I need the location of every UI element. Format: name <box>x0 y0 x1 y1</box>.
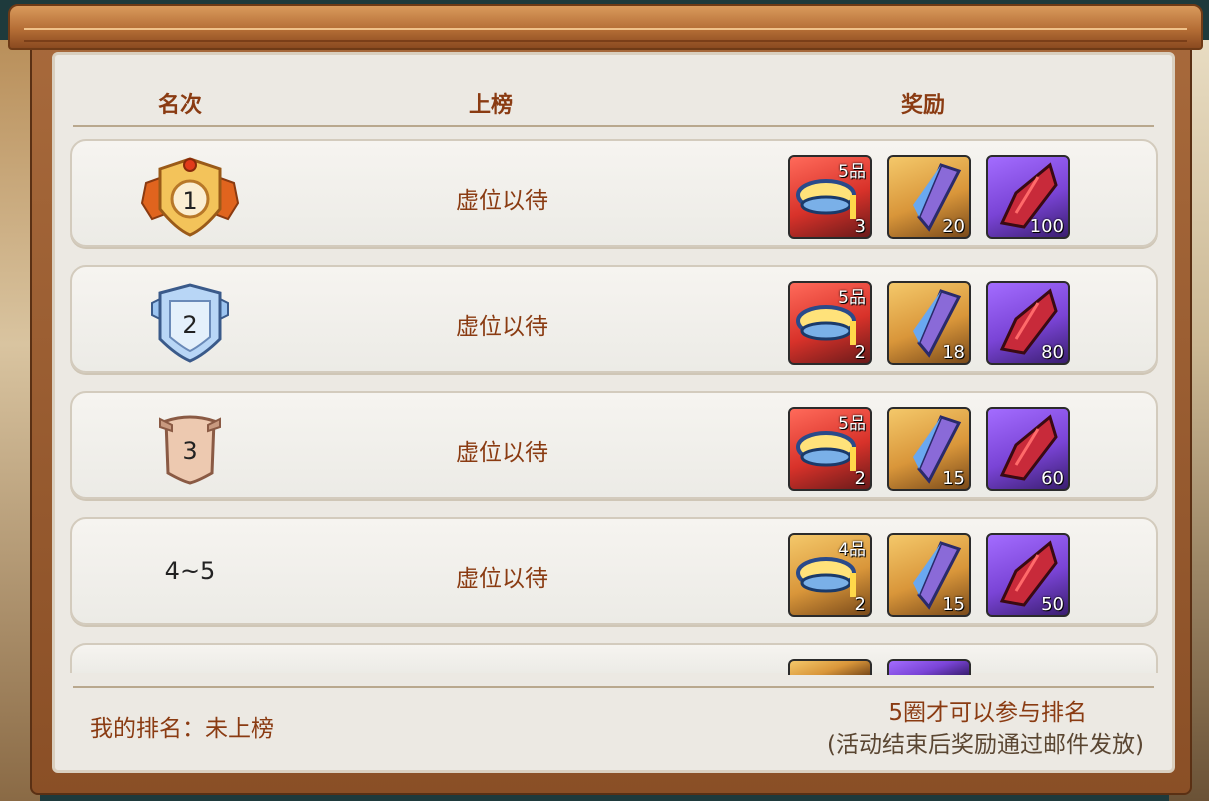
frame-top-bar <box>8 4 1203 50</box>
shard-item[interactable]: 100 <box>986 155 1070 239</box>
header-name: 上榜 <box>469 93 514 118</box>
header-reward: 奖励 <box>901 93 946 118</box>
rank-row-2: 2 虚位以待 5品 2 18 80 <box>70 265 1158 373</box>
shard-item[interactable]: 50 <box>986 533 1070 617</box>
rank-range: 4~5 <box>164 557 216 585</box>
my-rank-text: 我的排名：未上榜 <box>90 716 274 742</box>
crystal-item[interactable]: 20 <box>887 155 971 239</box>
header-rank: 名次 <box>158 93 203 118</box>
item-count: 60 <box>1041 468 1064 489</box>
item-count: 15 <box>942 594 965 615</box>
rank-row-3: 3 虚位以待 5品 2 15 60 <box>70 391 1158 499</box>
crystal-item[interactable]: 18 <box>887 281 971 365</box>
rank-name: 虚位以待 <box>456 440 548 466</box>
item-grade: 5品 <box>838 414 866 434</box>
rank-row-4: 4~5 虚位以待 4品 2 15 50 <box>70 517 1158 625</box>
item-grade: 4品 <box>838 540 866 560</box>
item-grade: 5品 <box>838 288 866 308</box>
shard-item[interactable]: 80 <box>986 281 1070 365</box>
item-count: 100 <box>1029 216 1064 237</box>
item-count: 15 <box>942 468 965 489</box>
item-count: 18 <box>942 342 965 363</box>
rank-row-5-partial <box>70 643 1158 675</box>
bowl-item[interactable] <box>788 659 872 675</box>
item-count: 3 <box>854 216 866 237</box>
item-count: 2 <box>854 468 866 489</box>
rank-1-badge-icon: 1 <box>138 155 242 239</box>
rank-name: 虚位以待 <box>456 566 548 592</box>
item-grade: 5品 <box>838 162 866 182</box>
bowl-item[interactable]: 5品 2 <box>788 407 872 491</box>
rank-number: 1 <box>182 187 198 215</box>
header-divider <box>73 125 1154 127</box>
crystal-item[interactable]: 15 <box>887 407 971 491</box>
rank-name: 虚位以待 <box>456 188 548 214</box>
item-count: 80 <box>1041 342 1064 363</box>
rank-name: 虚位以待 <box>456 314 548 340</box>
ranking-panel: 名次 上榜 奖励 1 虚位以待 5品 3 20 100 2 虚位以待 5品 2 … <box>52 52 1175 773</box>
crystal-item[interactable]: 15 <box>887 533 971 617</box>
rank-3-badge-icon: 3 <box>138 407 242 491</box>
shard-item[interactable]: 60 <box>986 407 1070 491</box>
requirement-text: 5圈才可以参与排名 <box>888 700 1087 726</box>
rank-number: 2 <box>182 311 198 339</box>
bowl-item[interactable]: 4品 2 <box>788 533 872 617</box>
rank-2-badge-icon: 2 <box>138 281 242 365</box>
rank-number: 3 <box>182 437 198 465</box>
item-count: 50 <box>1041 594 1064 615</box>
bowl-item[interactable]: 5品 2 <box>788 281 872 365</box>
rank-row-1: 1 虚位以待 5品 3 20 100 <box>70 139 1158 247</box>
footer-divider <box>73 686 1154 688</box>
item-count: 20 <box>942 216 965 237</box>
item-count: 2 <box>854 594 866 615</box>
bowl-item[interactable]: 5品 3 <box>788 155 872 239</box>
item-count: 2 <box>854 342 866 363</box>
reward-note-text: (活动结束后奖励通过邮件发放) <box>827 732 1144 758</box>
table-header: 名次 上榜 奖励 <box>55 55 1172 127</box>
shard-item[interactable] <box>887 659 971 675</box>
